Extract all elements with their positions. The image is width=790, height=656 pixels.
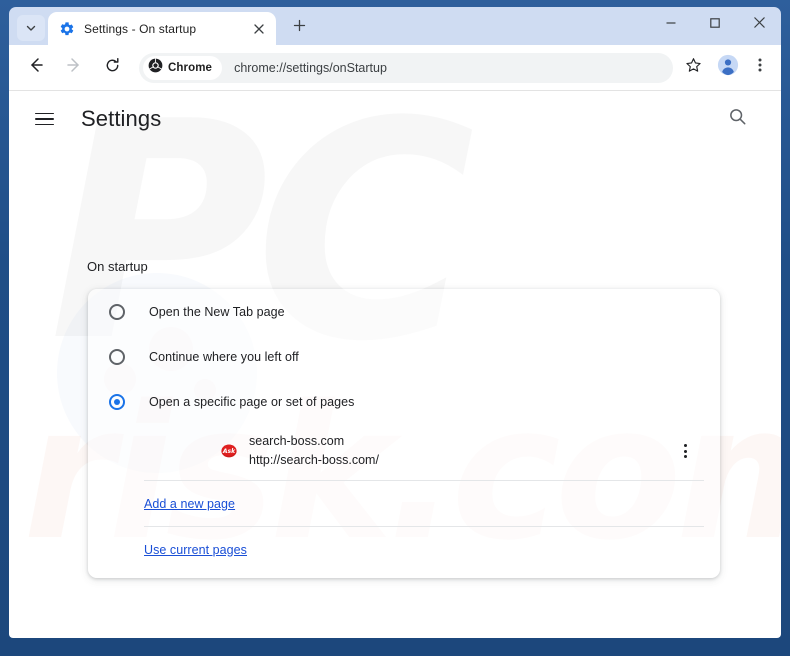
hamburger-menu-icon[interactable] xyxy=(35,107,59,131)
startup-page-row: Ask search-boss.com http://search-boss.c… xyxy=(88,424,720,480)
startup-page-info: search-boss.com http://search-boss.com/ xyxy=(249,432,672,470)
avatar-icon xyxy=(717,54,739,81)
arrow-left-icon xyxy=(27,56,45,79)
on-startup-card: Open the New Tab page Continue where you… xyxy=(88,289,720,578)
browser-toolbar: Chrome chrome://settings/onStartup xyxy=(9,45,781,91)
settings-header: Settings xyxy=(9,91,781,147)
settings-search-button[interactable] xyxy=(723,105,751,133)
tab-settings[interactable]: Settings - On startup xyxy=(48,12,276,45)
chevron-down-icon xyxy=(25,22,37,34)
maximize-button[interactable] xyxy=(693,7,737,43)
close-icon xyxy=(753,16,766,34)
arrow-right-icon xyxy=(65,56,83,79)
profile-button[interactable] xyxy=(713,53,743,83)
close-icon[interactable] xyxy=(250,20,268,38)
minimize-icon xyxy=(665,16,677,34)
radio-continue[interactable] xyxy=(109,348,125,365)
startup-option-label: Continue where you left off xyxy=(149,349,299,364)
startup-option-label: Open the New Tab page xyxy=(149,304,285,319)
close-button[interactable] xyxy=(737,7,781,43)
browser-window: Settings - On startup Chrome chrome://se… xyxy=(0,0,790,656)
chrome-chip-label: Chrome xyxy=(168,61,213,74)
svg-text:Ask: Ask xyxy=(222,448,236,455)
tab-title: Settings - On startup xyxy=(84,21,197,36)
radio-specific-pages[interactable] xyxy=(109,393,125,410)
reload-icon xyxy=(104,57,121,79)
chrome-icon xyxy=(148,58,163,78)
three-dots-vertical-icon xyxy=(752,57,768,78)
three-dots-vertical-icon xyxy=(683,455,687,458)
window-controls xyxy=(649,7,781,43)
star-icon xyxy=(685,57,702,79)
reload-button[interactable] xyxy=(97,53,127,83)
forward-button[interactable] xyxy=(59,53,89,83)
startup-option-specific-pages[interactable]: Open a specific page or set of pages xyxy=(88,379,720,424)
page-title: Settings xyxy=(81,106,162,131)
chrome-menu-button[interactable] xyxy=(747,54,773,82)
startup-page-menu-button[interactable] xyxy=(672,438,698,464)
three-dots-vertical-icon xyxy=(683,444,687,447)
add-new-page-row[interactable]: Add a new page xyxy=(88,481,720,526)
use-current-pages-link[interactable]: Use current pages xyxy=(144,543,247,557)
chrome-origin-chip[interactable]: Chrome xyxy=(143,55,223,80)
settings-page: PC risk.com Settings On startup O xyxy=(9,91,781,638)
tab-strip: Settings - On startup xyxy=(9,7,781,45)
add-new-page-link[interactable]: Add a new page xyxy=(144,497,235,511)
startup-page-name: search-boss.com xyxy=(249,434,345,448)
startup-option-continue[interactable]: Continue where you left off xyxy=(88,334,720,379)
startup-option-label: Open a specific page or set of pages xyxy=(149,394,355,409)
section-label: On startup xyxy=(87,259,148,274)
use-current-pages-row[interactable]: Use current pages xyxy=(88,527,720,572)
new-tab-button[interactable] xyxy=(285,14,313,42)
address-bar[interactable]: Chrome chrome://settings/onStartup xyxy=(139,52,673,83)
back-button[interactable] xyxy=(21,53,51,83)
radio-new-tab[interactable] xyxy=(109,303,125,320)
tab-search-button[interactable] xyxy=(17,15,45,41)
search-icon xyxy=(728,107,747,131)
maximize-icon xyxy=(709,16,721,34)
startup-option-new-tab[interactable]: Open the New Tab page xyxy=(88,289,720,334)
three-dots-vertical-icon xyxy=(683,449,687,453)
startup-page-url: http://search-boss.com/ xyxy=(249,453,379,467)
minimize-button[interactable] xyxy=(649,7,693,43)
gear-icon xyxy=(59,21,75,37)
plus-icon xyxy=(293,19,306,37)
bookmark-button[interactable] xyxy=(679,54,707,82)
address-bar-url[interactable]: chrome://settings/onStartup xyxy=(234,61,387,75)
ask-logo-icon: Ask xyxy=(221,443,237,459)
